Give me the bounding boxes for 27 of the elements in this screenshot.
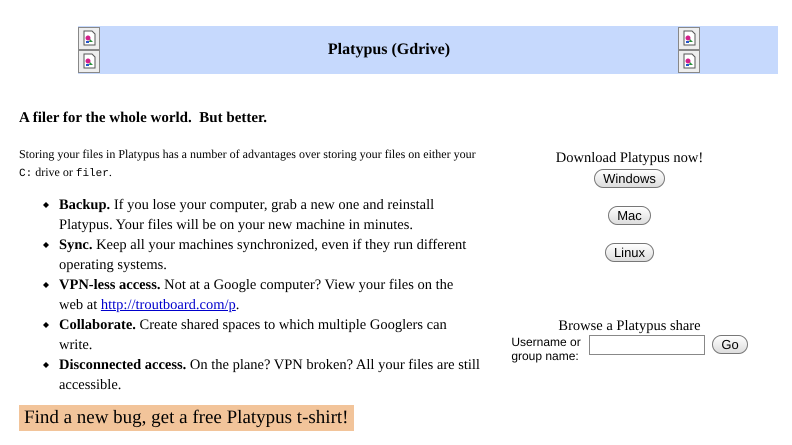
feature-text: Collaborate. Create shared spaces to which multiple Googlers can write. [59, 316, 448, 355]
download-button[interactable]: Mac [608, 206, 651, 225]
broken-image-icon [678, 50, 700, 73]
broken-image-icon [78, 27, 100, 50]
bullet-icon [43, 242, 49, 248]
download-button[interactable]: Linux [604, 243, 654, 262]
tagline: A filer for the whole world. But better. [19, 110, 268, 127]
username-field[interactable] [589, 335, 706, 355]
download-heading: Download Platypus now! [556, 150, 704, 167]
broken-image-icon [78, 50, 100, 73]
username-label: Username or group name: [511, 335, 582, 363]
page-title: Platypus (Gdrive) [326, 41, 452, 59]
browse-heading: Browse a Platypus share [558, 318, 701, 335]
feature-text: Backup. If you lose your computer, grab a new one and reinstall Platypus. Your files will be on your new machine in minutes. [59, 196, 436, 235]
link[interactable]: http://troutboard.com/p [100, 297, 236, 313]
broken-image-icon [678, 27, 700, 50]
go-button[interactable]: Go [712, 335, 748, 354]
bullet-icon [43, 202, 49, 208]
intro-paragraph: Storing your files in Platypus has a number of advantages over storing your files on either your C: drive or filer. [19, 146, 477, 182]
bullet-icon [43, 322, 49, 328]
feature-text: VPN-less access. Not at a Google computer? View your files on the web at http://troutboard.com/p. [59, 276, 454, 315]
feature-text: Disconnected access. On the plane? VPN broken? All your files are still accessible. [59, 356, 481, 395]
feature-text: Sync. Keep all your machines synchronized, even if they run different operating systems. [59, 236, 468, 275]
bullet-icon [43, 362, 49, 368]
bullet-icon [43, 282, 49, 288]
promo-banner: Find a new bug, get a free Platypus t-shirt! [19, 405, 354, 431]
download-button[interactable]: Windows [594, 169, 665, 188]
